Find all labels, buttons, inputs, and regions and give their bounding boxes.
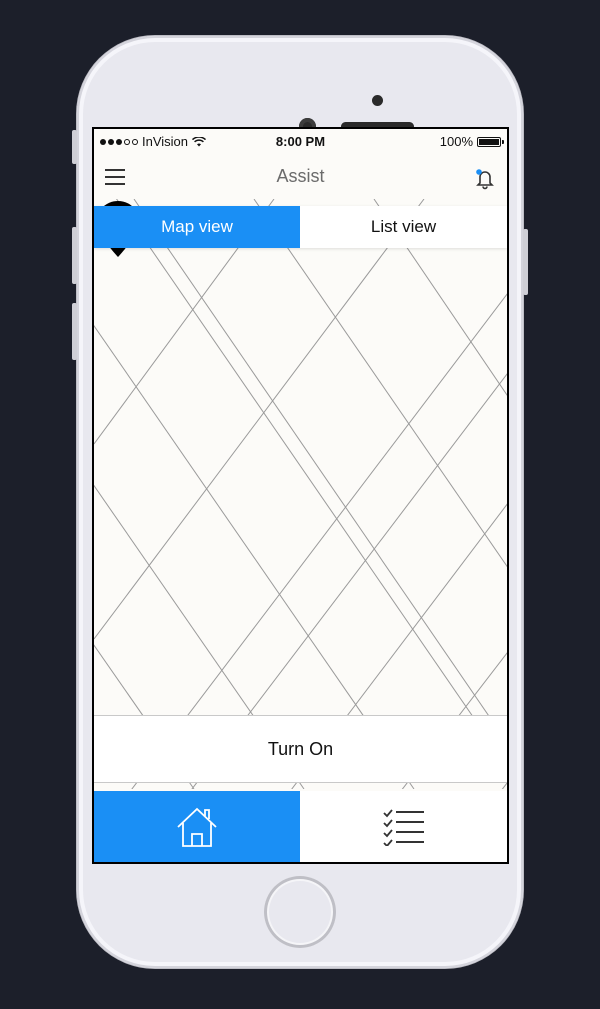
tab-map-view[interactable]: Map view xyxy=(94,206,300,248)
volume-up-button xyxy=(72,227,77,284)
status-bar: InVision 8:00 PM 100% xyxy=(94,129,507,153)
turn-on-button[interactable]: Turn On xyxy=(94,715,507,783)
bottom-tab-bar xyxy=(94,791,507,862)
view-toggle: Map view List view xyxy=(94,206,507,248)
volume-down-button xyxy=(72,303,77,360)
checklist-icon xyxy=(382,808,424,846)
tab-checklist[interactable] xyxy=(300,791,507,862)
home-button[interactable] xyxy=(264,876,336,948)
mute-switch xyxy=(72,130,77,164)
page-title: Assist xyxy=(276,166,325,186)
notification-bell-icon[interactable] xyxy=(473,166,497,190)
tab-list-view[interactable]: List view xyxy=(300,206,507,248)
tab-home[interactable] xyxy=(94,791,300,862)
screen: InVision 8:00 PM 100% Assist Map view Li… xyxy=(92,127,509,864)
power-button xyxy=(523,229,528,295)
proximity-sensor xyxy=(372,95,383,106)
home-icon xyxy=(177,807,217,847)
map-view[interactable] xyxy=(94,199,507,789)
nav-bar: Assist xyxy=(94,153,507,199)
map-grid xyxy=(94,199,507,789)
battery-percent: 100% xyxy=(439,134,473,149)
battery-icon xyxy=(477,136,504,147)
